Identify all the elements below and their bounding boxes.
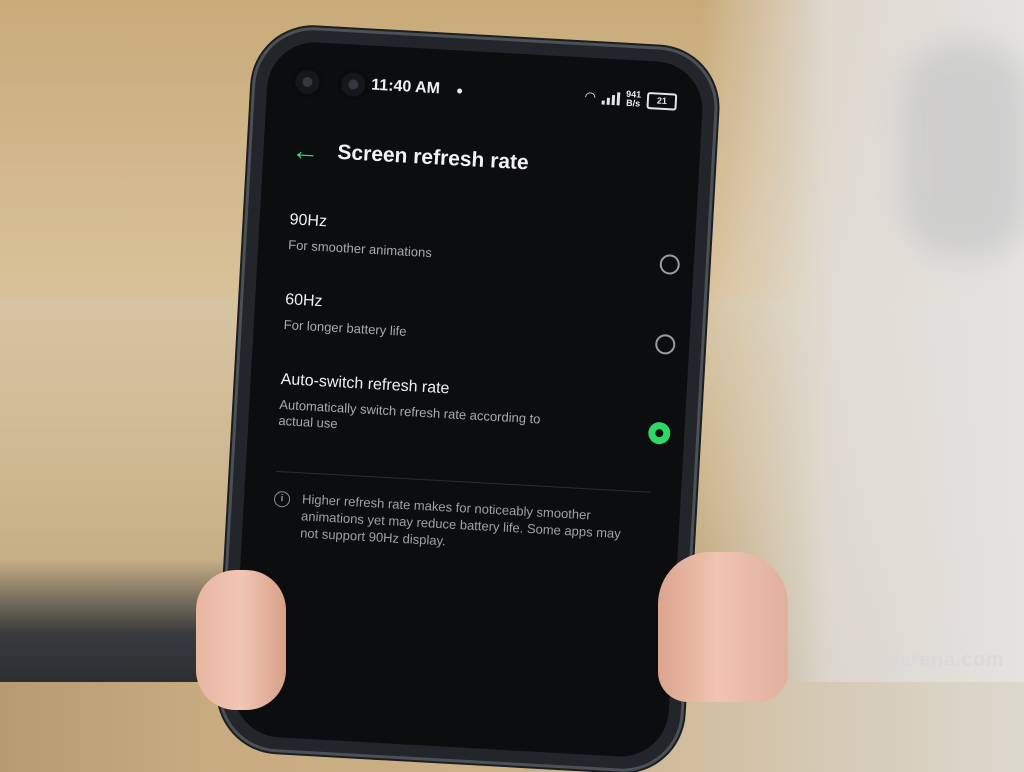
background-object	[900, 40, 1024, 260]
radio-button[interactable]	[659, 253, 681, 276]
finger-left	[196, 570, 286, 710]
status-bar: 11:40 AM ◠ 941 B/s 21	[267, 68, 704, 118]
front-camera-icon	[294, 69, 321, 95]
phone-screen: 11:40 AM ◠ 941 B/s 21 ← Screen refresh r…	[230, 39, 705, 760]
divider	[275, 470, 652, 493]
battery-icon: 21	[646, 91, 678, 111]
page-header: ← Screen refresh rate	[290, 134, 705, 195]
option-90hz[interactable]: 90Hz For smoother animations	[288, 211, 681, 276]
info-note-text: Higher refresh rate makes for noticeably…	[299, 491, 622, 549]
radio-button-selected[interactable]	[647, 421, 671, 445]
front-camera-icon	[340, 71, 366, 98]
option-subtitle: Automatically switch refresh rate accord…	[278, 396, 541, 432]
notification-dot-icon	[456, 88, 463, 94]
signal-icon	[601, 90, 621, 106]
info-note: i Higher refresh rate makes for noticeab…	[273, 490, 644, 548]
finger-right	[658, 552, 788, 702]
status-icons: ◠ 941 B/s 21	[584, 87, 678, 111]
status-time: 11:40 AM	[370, 76, 441, 98]
arrow-left-icon[interactable]: ←	[291, 134, 321, 167]
watermark: GSMarena.com	[852, 649, 1004, 671]
option-60hz[interactable]: 60Hz For longer battery life	[283, 291, 676, 355]
network-speed-unit: B/s	[625, 97, 641, 109]
wifi-icon: ◠	[584, 88, 597, 105]
page-title: Screen refresh rate	[336, 140, 530, 175]
phone-device: 11:40 AM ◠ 941 B/s 21 ← Screen refresh r…	[218, 27, 718, 772]
radio-button[interactable]	[654, 333, 676, 355]
info-icon: i	[273, 490, 291, 508]
network-speed: 941 B/s	[625, 89, 642, 109]
option-auto-switch[interactable]: Auto-switch refresh rate Automatically s…	[278, 371, 671, 449]
